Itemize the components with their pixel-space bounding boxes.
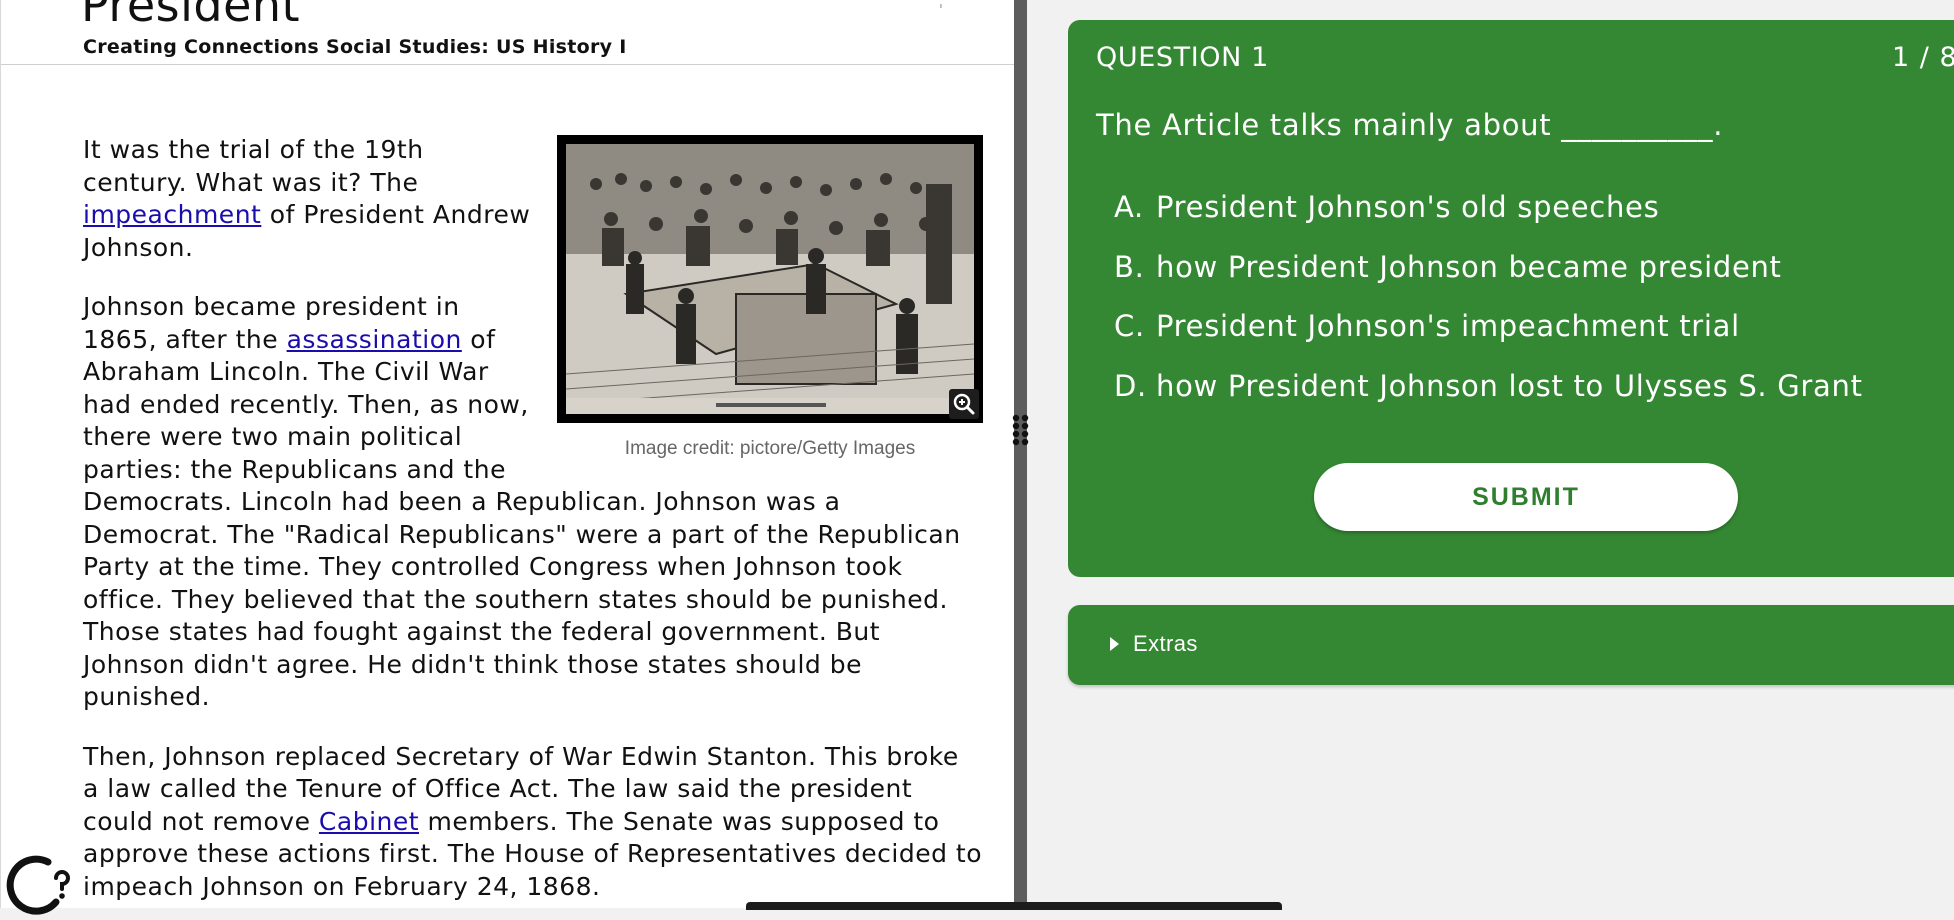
bottom-scrollbar[interactable] bbox=[746, 902, 1282, 910]
help-question-icon[interactable] bbox=[4, 850, 74, 920]
article-title: President bbox=[81, 0, 301, 32]
paragraph-text: It was the trial of the 19th century. Wh… bbox=[83, 135, 424, 197]
paragraph-3: Then, Johnson replaced Secretary of War … bbox=[83, 741, 983, 904]
zoom-image-button[interactable] bbox=[949, 389, 979, 419]
option-text: President Johnson's impeachment trial bbox=[1156, 309, 1740, 343]
article-figure: Image credit: pictore/Getty Images bbox=[557, 135, 983, 466]
drag-handle-icon[interactable] bbox=[1012, 413, 1029, 447]
article-body: Image credit: pictore/Getty Images It wa… bbox=[83, 134, 983, 908]
option-text: how President Johnson lost to Ulysses S.… bbox=[1156, 368, 1863, 403]
answer-option-b[interactable]: B. how President Johnson became president bbox=[1114, 250, 1863, 310]
question-card: QUESTION 1 1 / 8 The Article talks mainl… bbox=[1068, 20, 1954, 577]
option-letter: C. bbox=[1114, 309, 1145, 343]
article-pane[interactable]: President ˌ Creating Connections Social … bbox=[0, 0, 1016, 908]
answer-option-a[interactable]: A. President Johnson's old speeches bbox=[1114, 190, 1863, 250]
caret-right-icon bbox=[1110, 637, 1119, 651]
question-prompt: The Article talks mainly about _________… bbox=[1096, 108, 1724, 142]
link-cabinet[interactable]: Cabinet bbox=[319, 807, 419, 836]
figure-frame bbox=[557, 135, 983, 423]
toolbar-overflow-mark: ˌ bbox=[939, 0, 943, 10]
question-number: QUESTION 1 bbox=[1096, 42, 1269, 73]
option-letter: B. bbox=[1114, 249, 1145, 284]
option-text: how President Johnson became president bbox=[1156, 249, 1782, 284]
extras-toggle[interactable]: Extras bbox=[1110, 631, 1198, 657]
image-credit: Image credit: pictore/Getty Images bbox=[624, 438, 916, 459]
option-letter: D. bbox=[1114, 368, 1147, 403]
option-letter: A. bbox=[1114, 190, 1144, 224]
engraving-image bbox=[566, 144, 974, 414]
extras-label: Extras bbox=[1133, 631, 1198, 656]
option-text: President Johnson's old speeches bbox=[1156, 190, 1660, 224]
submit-button[interactable]: SUBMIT bbox=[1314, 463, 1738, 531]
link-assassination[interactable]: assassination bbox=[287, 325, 462, 354]
extras-panel: Extras bbox=[1068, 605, 1954, 685]
article-subtitle: Creating Connections Social Studies: US … bbox=[83, 36, 627, 58]
link-impeachment[interactable]: impeachment bbox=[83, 200, 261, 229]
answer-option-d[interactable]: D. how President Johnson lost to Ulysses … bbox=[1114, 369, 1863, 429]
answer-options: A. President Johnson's old speeches B. how… bbox=[1114, 190, 1863, 428]
pane-resize-divider[interactable] bbox=[1014, 0, 1027, 908]
question-counter: 1 / 8 bbox=[1892, 42, 1954, 73]
header-divider bbox=[1, 64, 1016, 65]
answer-option-c[interactable]: C. President Johnson's impeachment trial bbox=[1114, 309, 1863, 369]
magnifier-plus-icon bbox=[953, 393, 975, 415]
